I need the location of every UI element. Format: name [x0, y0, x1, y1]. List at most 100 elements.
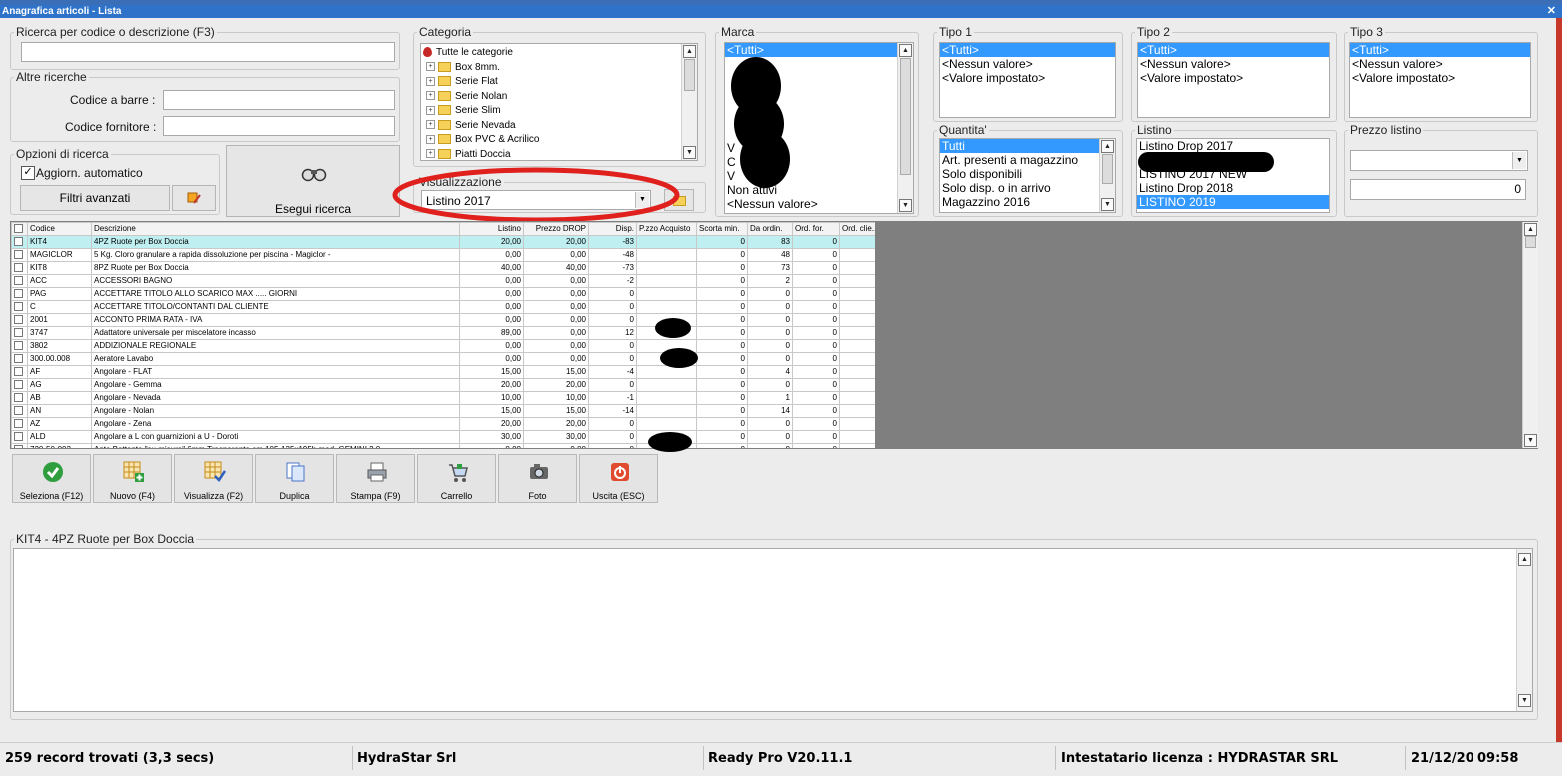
pricelist-item[interactable]: LISTINO 2019	[1137, 195, 1329, 209]
category-item[interactable]: + Serie Nevada	[421, 119, 697, 134]
type1-item[interactable]: <Nessun valore>	[940, 57, 1115, 71]
row-checkbox[interactable]	[11, 352, 28, 366]
column-header[interactable]: Listino	[459, 222, 524, 236]
table-row[interactable]: AGAngolare - Gemma20,0020,0000000	[11, 378, 875, 392]
expand-icon[interactable]: +	[426, 91, 435, 101]
row-checkbox[interactable]	[11, 430, 28, 444]
brand-scrollbar[interactable]: ▲ ▼	[897, 43, 913, 213]
scroll-down-icon[interactable]: ▼	[1524, 434, 1537, 447]
filter-edit-button[interactable]	[172, 185, 216, 211]
category-root[interactable]: Tutte le categorie	[421, 46, 697, 61]
row-checkbox[interactable]	[11, 378, 28, 392]
category-tree[interactable]: Tutte le categorie + Box 8mm. + Serie Flat…	[420, 43, 698, 161]
quantity-scrollbar[interactable]: ▲ ▼	[1099, 139, 1115, 212]
scroll-down-icon[interactable]: ▼	[1518, 694, 1531, 707]
row-checkbox[interactable]	[11, 391, 28, 405]
type1-list[interactable]: <Tutti> <Nessun valore> <Valore impostat…	[939, 42, 1116, 118]
price-value-input[interactable]: 0	[1350, 179, 1526, 200]
advanced-filters-button[interactable]: Filtri avanzati	[20, 185, 170, 211]
type2-item[interactable]: <Valore impostato>	[1138, 71, 1329, 85]
run-search-button[interactable]: Esegui ricerca	[226, 145, 400, 217]
expand-icon[interactable]: +	[426, 149, 435, 159]
expand-icon[interactable]: +	[426, 76, 435, 86]
table-row[interactable]: ABAngolare - Nevada10,0010,00-10100	[11, 391, 875, 405]
row-checkbox[interactable]	[11, 326, 28, 340]
header-checkbox[interactable]	[11, 222, 28, 236]
scroll-thumb[interactable]	[900, 58, 911, 175]
type3-item[interactable]: <Nessun valore>	[1350, 57, 1530, 71]
detail-scrollbar[interactable]: ▲ ▼	[1516, 549, 1532, 711]
row-checkbox[interactable]	[11, 248, 28, 262]
type3-list[interactable]: <Tutti> <Nessun valore> <Valore impostat…	[1349, 42, 1531, 118]
type2-item[interactable]: <Nessun valore>	[1138, 57, 1329, 71]
price-operator-select[interactable]: ▼	[1350, 150, 1528, 171]
table-row[interactable]: C ACCETTARE TITOLO/CONTANTI DAL CLIENTE 0,…	[11, 300, 875, 314]
category-item[interactable]: + Piatti Doccia	[421, 148, 697, 161]
row-checkbox[interactable]	[11, 274, 28, 288]
scroll-down-icon[interactable]: ▼	[1101, 198, 1114, 211]
column-header[interactable]: Codice	[27, 222, 92, 236]
scroll-up-icon[interactable]: ▲	[1101, 140, 1114, 153]
table-row[interactable]: ALD Angolare a L con guarnizioni a U - Do…	[11, 430, 875, 444]
type1-item[interactable]: <Valore impostato>	[940, 71, 1115, 85]
quantity-item[interactable]: Magazzino 2016	[940, 195, 1115, 209]
column-header[interactable]: P.zzo Acquisto	[636, 222, 697, 236]
expand-icon[interactable]: +	[426, 120, 435, 130]
row-checkbox[interactable]	[11, 365, 28, 379]
barcode-input[interactable]	[163, 90, 395, 110]
column-header[interactable]: Ord. for.	[792, 222, 840, 236]
search-input[interactable]	[21, 42, 395, 62]
duplicate-button[interactable]: Duplica	[255, 454, 334, 503]
table-row[interactable]: KIT4 4PZ Ruote per Box Doccia 20,00 20,00 -8…	[11, 235, 875, 249]
row-checkbox[interactable]	[11, 287, 28, 301]
scroll-down-icon[interactable]: ▼	[899, 199, 912, 212]
quantity-item[interactable]: Tutti	[940, 139, 1115, 153]
items-grid[interactable]: Codice Descrizione Listino Prezzo DROP D…	[11, 222, 875, 448]
row-checkbox[interactable]	[11, 404, 28, 418]
type2-item[interactable]: <Tutti>	[1138, 43, 1329, 57]
table-row[interactable]: KIT8 8PZ Ruote per Box Doccia 40,00 40,00 -7…	[11, 261, 875, 275]
row-checkbox[interactable]	[11, 300, 28, 314]
column-header[interactable]: Da ordin.	[747, 222, 793, 236]
exit-button[interactable]: Uscita (ESC)	[579, 454, 658, 503]
expand-icon[interactable]: +	[426, 105, 435, 115]
row-checkbox[interactable]	[11, 235, 28, 249]
quantity-item[interactable]: Art. presenti a magazzino	[940, 153, 1115, 167]
supplier-code-input[interactable]	[163, 116, 395, 136]
table-row[interactable]: MAGICLOR 5 Kg. Cloro granulare a rapida d…	[11, 248, 875, 262]
grid-scrollbar[interactable]: ▲ ▼	[1522, 222, 1538, 448]
select-button[interactable]: Seleziona (F12)	[12, 454, 91, 503]
scroll-up-icon[interactable]: ▲	[1518, 553, 1531, 566]
scroll-thumb[interactable]	[1525, 236, 1536, 248]
category-scrollbar[interactable]: ▲ ▼	[681, 44, 697, 160]
scroll-up-icon[interactable]: ▲	[899, 44, 912, 57]
table-row[interactable]: 3747 Adattatore universale per miscelator…	[11, 326, 875, 340]
scroll-thumb[interactable]	[684, 59, 695, 91]
table-row[interactable]: ANAngolare - Nolan15,0015,00-1401401	[11, 404, 875, 418]
row-checkbox[interactable]	[11, 313, 28, 327]
quantity-item[interactable]: Solo disp. o in arrivo	[940, 181, 1115, 195]
row-checkbox[interactable]	[11, 261, 28, 275]
table-row[interactable]: 720-50-003Anta Battente "su misura" 6mm …	[11, 443, 875, 448]
category-item[interactable]: + Serie Flat	[421, 75, 697, 90]
cart-button[interactable]: Carrello	[417, 454, 496, 503]
row-checkbox[interactable]	[11, 443, 28, 448]
brand-item[interactable]: <Nessun valore>	[725, 197, 913, 211]
type1-item[interactable]: <Tutti>	[940, 43, 1115, 57]
quantity-item[interactable]: Solo disponibili	[940, 167, 1115, 181]
scroll-up-icon[interactable]: ▲	[1524, 223, 1537, 236]
category-item[interactable]: + Serie Slim	[421, 104, 697, 119]
view-button[interactable]: Visualizza (F2)	[174, 454, 253, 503]
pricelist-item[interactable]: Listino Drop 2017	[1137, 139, 1329, 153]
table-row[interactable]: 2001 ACCONTO PRIMA RATA - IVA 0,00 0,00 0 0 0 0…	[11, 313, 875, 327]
column-header[interactable]: Disp.	[588, 222, 637, 236]
expand-icon[interactable]: +	[426, 134, 435, 144]
photo-button[interactable]: Foto	[498, 454, 577, 503]
scroll-down-icon[interactable]: ▼	[683, 146, 696, 159]
pricelist-list[interactable]: Listino Drop 2017 LISTINO 2017 NEW Listi…	[1136, 138, 1330, 213]
close-icon[interactable]: ✕	[1547, 5, 1556, 18]
expand-icon[interactable]: +	[426, 62, 435, 72]
pricelist-item[interactable]: Listino Drop 2018	[1137, 181, 1329, 195]
category-item[interactable]: + Box 8mm.	[421, 61, 697, 76]
detail-textarea[interactable]: ▲ ▼	[13, 548, 1533, 712]
